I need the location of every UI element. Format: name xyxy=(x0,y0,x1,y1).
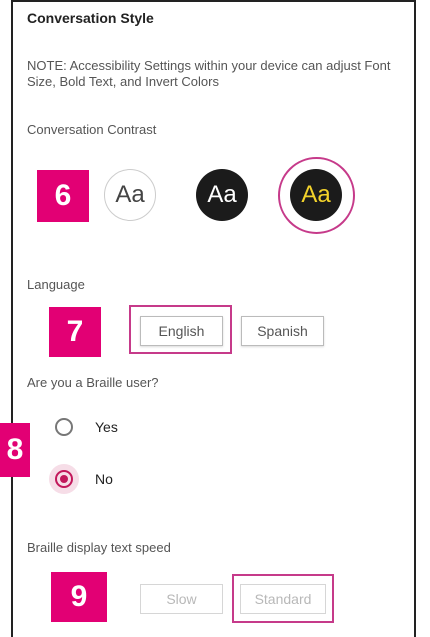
speed-label: Braille display text speed xyxy=(27,540,171,555)
braille-yes-option[interactable]: Yes xyxy=(55,418,118,436)
language-label: Language xyxy=(27,277,85,292)
speed-slow-button[interactable]: Slow xyxy=(140,584,223,614)
section-title: Conversation Style xyxy=(27,10,154,26)
speed-standard-button[interactable]: Standard xyxy=(240,584,326,614)
step-badge-9: 9 xyxy=(51,572,107,622)
language-english-button[interactable]: English xyxy=(140,316,223,346)
step-badge-6: 6 xyxy=(37,170,89,222)
radio-checked-icon xyxy=(55,470,73,488)
braille-no-option[interactable]: No xyxy=(49,464,113,494)
contrast-dark-option[interactable]: Aa xyxy=(196,169,248,221)
contrast-yellow-option[interactable]: Aa xyxy=(290,169,342,221)
radio-unchecked-icon[interactable] xyxy=(55,418,73,436)
step-badge-7: 7 xyxy=(49,307,101,357)
language-spanish-button[interactable]: Spanish xyxy=(241,316,324,346)
contrast-label: Conversation Contrast xyxy=(27,122,157,137)
step-badge-8: 8 xyxy=(0,423,30,477)
contrast-light-option[interactable]: Aa xyxy=(104,169,156,221)
braille-question: Are you a Braille user? xyxy=(27,375,159,390)
braille-no-label: No xyxy=(95,471,113,487)
accessibility-note: NOTE: Accessibility Settings within your… xyxy=(27,58,391,89)
braille-yes-label: Yes xyxy=(95,419,118,435)
radio-selected[interactable] xyxy=(49,464,79,494)
